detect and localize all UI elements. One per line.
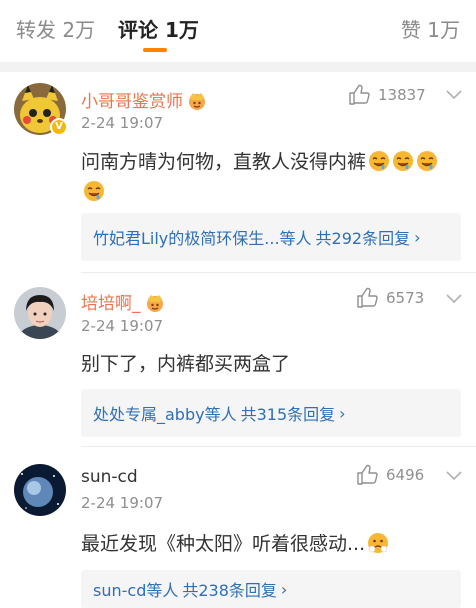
chevron-right-icon: ›: [414, 227, 421, 247]
thumbs-up-icon: [349, 84, 370, 105]
comment-author[interactable]: 小哥哥鉴赏师: [81, 87, 207, 112]
drooling-emoji-icon: [84, 181, 104, 201]
author-name: 培培啊_: [81, 294, 141, 314]
vip-crown-icon: [189, 93, 205, 110]
tab-comments[interactable]: 评论 1万: [118, 14, 199, 43]
tab-likes[interactable]: 赞 1万: [401, 14, 460, 43]
tab-repost[interactable]: 转发 2万: [16, 14, 95, 43]
reply-summary[interactable]: 竹妃君Lily的极简环保生...等人 共292条回复 ›: [81, 213, 461, 261]
like-button[interactable]: 13837: [348, 84, 426, 106]
reply-count: 共315条回复: [240, 405, 336, 424]
comment-item: V 小哥哥鉴赏师 2-24 19:07 13837 问南方晴为何物，直教人没得内…: [0, 72, 476, 272]
like-count: 13837: [378, 86, 426, 104]
drooling-emoji-icon: [393, 151, 414, 171]
drooling-emoji-icon: [369, 151, 390, 171]
comment-text-content: 最近发现《种太阳》听着很感动...: [81, 533, 366, 555]
comment-text: 别下了，内裤都买两盒了: [81, 353, 291, 375]
reply-users: sun-cd等人: [93, 581, 179, 600]
comment-time: 2-24 19:07: [81, 494, 164, 512]
reply-count: 共238条回复: [182, 581, 277, 600]
active-tab-indicator: [143, 48, 167, 52]
touched-emoji-icon: [368, 533, 389, 553]
like-count: 6496: [386, 466, 425, 484]
comment-time: 2-24 19:07: [81, 114, 164, 132]
author-name: 小哥哥鉴赏师: [81, 92, 183, 112]
comment-text: 最近发现《种太阳》听着很感动...: [81, 529, 461, 559]
like-button[interactable]: 6496: [356, 464, 424, 486]
comment-author[interactable]: sun-cd: [81, 467, 138, 487]
drooling-emoji-icon: [417, 151, 438, 171]
comment-item: 培培啊_ 2-24 19:07 6573 别下了，内裤都买两盒了 处处专属_ab…: [0, 273, 476, 453]
thumbs-up-icon: [357, 287, 378, 308]
avatar[interactable]: [14, 287, 66, 339]
like-count: 6573: [386, 289, 425, 307]
comment-item: sun-cd 2-24 19:07 6496 最近发现《种太阳》听着很感动...…: [0, 447, 476, 608]
verified-badge-icon: V: [50, 118, 68, 136]
avatar[interactable]: [14, 464, 66, 516]
reply-users: 竹妃君Lily的极简环保生...等人: [93, 229, 312, 248]
chevron-down-icon[interactable]: [446, 471, 462, 481]
reply-summary[interactable]: sun-cd等人 共238条回复 ›: [81, 570, 461, 608]
chevron-down-icon[interactable]: [446, 90, 462, 100]
reply-summary[interactable]: 处处专属_abby等人 共315条回复 ›: [81, 389, 461, 437]
vip-crown-icon: [146, 295, 163, 312]
comment-time: 2-24 19:07: [81, 317, 164, 335]
author-name: sun-cd: [81, 467, 138, 487]
chevron-right-icon: ›: [339, 403, 346, 423]
comment-tabs: 转发 2万 评论 1万 赞 1万: [0, 0, 476, 56]
section-divider: [0, 62, 476, 72]
comment-text-content: 问南方晴为何物，直教人没得内裤: [81, 151, 367, 173]
reply-count: 共292条回复: [315, 229, 411, 248]
thumbs-up-icon: [357, 464, 378, 485]
reply-users: 处处专属_abby等人: [93, 405, 237, 424]
chevron-right-icon: ›: [280, 579, 288, 599]
comment-author[interactable]: 培培啊_: [81, 289, 165, 314]
like-button[interactable]: 6573: [356, 287, 424, 309]
comment-text: 问南方晴为何物，直教人没得内裤: [81, 147, 461, 207]
chevron-down-icon[interactable]: [446, 294, 462, 304]
